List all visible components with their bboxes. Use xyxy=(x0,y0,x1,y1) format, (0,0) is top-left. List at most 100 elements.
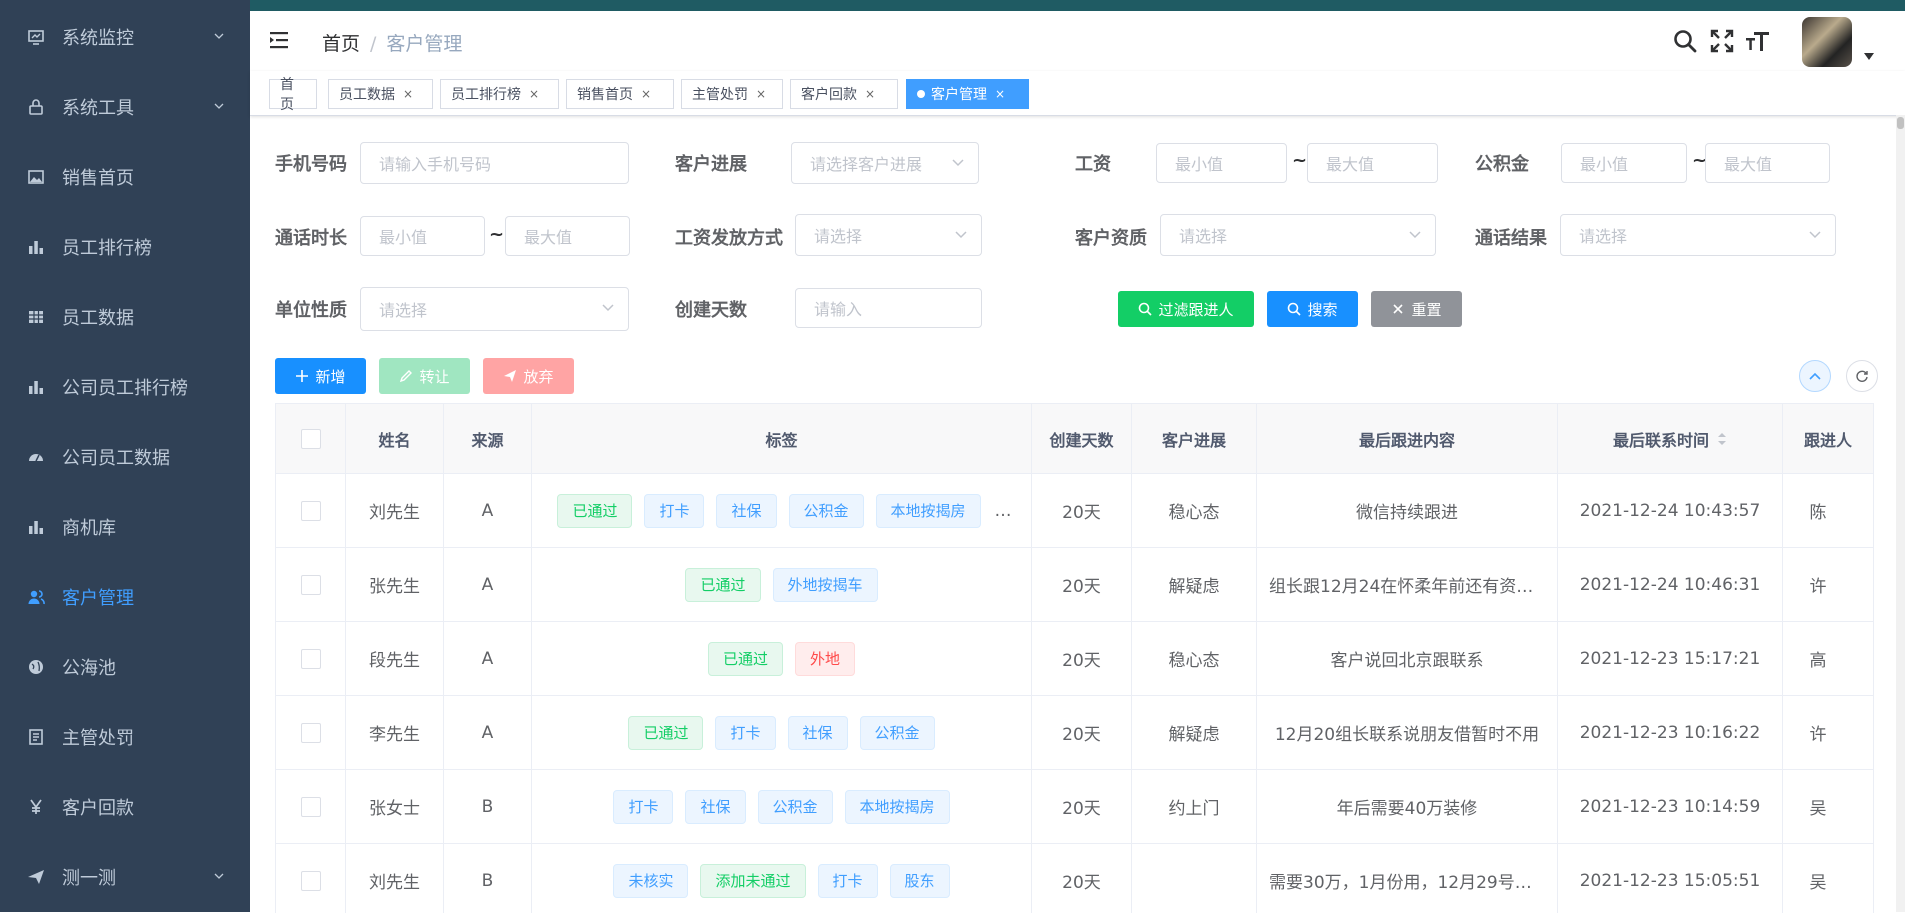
cell-tags: 已通过 外地按揭车 xyxy=(532,548,1032,622)
tag-2[interactable]: 员工数据 × xyxy=(328,79,433,109)
unit-type-label: 单位性质 xyxy=(275,300,347,321)
sidebar-item-12[interactable]: 客户回款 xyxy=(0,777,250,837)
customer-table: 姓名 来源 标签 创建天数 客户进展 最后跟进内容 最后联系时间 跟进人 刘先生 A 已通过 打卡 社保… xyxy=(275,403,1874,913)
cell-tags: 已通过 打卡 社保 公积金 本地按揭房… xyxy=(532,474,1032,548)
sidebar-item-5[interactable]: 员工数据 xyxy=(0,287,250,347)
progress-select[interactable]: 请选择客户进展 xyxy=(791,142,979,184)
filter-follower-button[interactable]: 过滤跟进人 xyxy=(1118,291,1254,327)
unit-type-select[interactable]: 请选择 xyxy=(360,287,629,331)
sidebar-item-8[interactable]: 商机库 xyxy=(0,497,250,557)
row-checkbox[interactable] xyxy=(300,574,321,595)
cell-check[interactable] xyxy=(276,696,346,770)
close-icon[interactable]: × xyxy=(641,87,651,101)
header-last_time[interactable]: 最后联系时间 xyxy=(1558,404,1783,474)
header-label: 创建天数 xyxy=(1049,430,1114,450)
page-scrollbar[interactable] xyxy=(1896,115,1905,912)
tag-1[interactable]: 首页 xyxy=(269,77,317,113)
close-icon[interactable]: × xyxy=(995,87,1005,101)
hamburger-icon[interactable] xyxy=(270,31,292,49)
cell-check[interactable] xyxy=(276,548,346,622)
tag-7[interactable]: 客户管理 × xyxy=(906,79,1029,109)
caret-down-icon[interactable] xyxy=(1864,53,1874,61)
tag-4[interactable]: 销售首页 × xyxy=(566,79,674,109)
cell-days: 20天 xyxy=(1032,622,1132,696)
abandon-button[interactable]: 放弃 xyxy=(483,358,574,394)
tag-5[interactable]: 主管处罚 × xyxy=(681,79,783,109)
cell-text: 稳心态 xyxy=(1168,503,1220,523)
header-label: 来源 xyxy=(471,430,504,450)
avatar[interactable] xyxy=(1802,17,1852,67)
sidebar-item-10[interactable]: 公海池 xyxy=(0,637,250,697)
duration-max-input[interactable]: 最大值 xyxy=(505,216,630,256)
row-checkbox[interactable] xyxy=(300,648,321,669)
tag-3[interactable]: 员工排行榜 × xyxy=(440,79,559,109)
header-follower: 跟进人 xyxy=(1783,404,1874,474)
cell-text: 李先生 xyxy=(369,725,420,745)
cell-check[interactable] xyxy=(276,622,346,696)
row-checkbox[interactable] xyxy=(300,500,321,521)
sidebar-item-3[interactable]: 销售首页 xyxy=(0,147,250,207)
cell-text: A xyxy=(481,574,494,595)
active-dot xyxy=(917,90,925,98)
duration-range-sep: ~ xyxy=(489,224,505,245)
cell-tags: 打卡 社保 公积金 本地按揭房 xyxy=(532,770,1032,844)
table-icon xyxy=(26,307,46,327)
close-icon[interactable]: × xyxy=(529,87,539,101)
add-button[interactable]: 新增 xyxy=(275,358,366,394)
cell-check[interactable] xyxy=(276,770,346,844)
select-all-checkbox[interactable] xyxy=(300,428,321,449)
cell-last_time: 2021-12-24 10:46:31 xyxy=(1558,548,1783,622)
cell-progress: 解疑虑 xyxy=(1132,696,1257,770)
salary-min-input[interactable]: 最小值 xyxy=(1156,143,1287,183)
header-check[interactable] xyxy=(276,404,346,474)
row-checkbox[interactable] xyxy=(300,722,321,743)
qualification-select[interactable]: 请选择 xyxy=(1160,214,1436,256)
call-result-select[interactable]: 请选择 xyxy=(1560,214,1836,256)
search-button[interactable]: 搜索 xyxy=(1267,291,1358,327)
search-icon[interactable] xyxy=(1672,28,1698,54)
sidebar-item-1[interactable]: 系统监控 xyxy=(0,7,250,67)
reset-button[interactable]: 重置 xyxy=(1371,291,1462,327)
tags-view: 首页 员工数据 × 员工排行榜 × 销售首页 × 主管处罚 × 客户回款 × 客户管理 × xyxy=(250,71,1905,116)
sidebar-item-6[interactable]: 公司员工排行榜 xyxy=(0,357,250,417)
cell-progress: 稳心态 xyxy=(1132,474,1257,548)
fullscreen-icon[interactable] xyxy=(1709,28,1735,54)
close-icon[interactable]: × xyxy=(865,87,875,101)
phone-input[interactable]: 请输入手机号码 xyxy=(360,142,629,184)
breadcrumb-home[interactable]: 首页 xyxy=(322,33,360,55)
tag-6[interactable]: 客户回款 × xyxy=(790,79,898,109)
sidebar-item-13[interactable]: 测一测 xyxy=(0,847,250,907)
sidebar-item-label: 商机库 xyxy=(62,518,116,539)
cell-last_time: 2021-12-23 15:05:51 xyxy=(1558,844,1783,913)
chevron-down-icon xyxy=(955,231,967,239)
chevron-down-icon xyxy=(952,159,964,167)
sidebar-item-11[interactable]: 主管处罚 xyxy=(0,707,250,767)
cell-source: A xyxy=(444,474,532,548)
toggle-search-button[interactable] xyxy=(1799,360,1831,392)
cell-check[interactable] xyxy=(276,844,346,913)
cell-check[interactable] xyxy=(276,474,346,548)
font-size-icon[interactable] xyxy=(1745,28,1771,54)
cell-text: 微信持续跟进 xyxy=(1356,503,1458,523)
refresh-button[interactable] xyxy=(1846,360,1878,392)
sidebar-item-2[interactable]: 系统工具 xyxy=(0,77,250,137)
days-input[interactable]: 请输入 xyxy=(795,288,982,328)
transfer-button[interactable]: 转让 xyxy=(379,358,470,394)
sort-icon[interactable] xyxy=(1717,431,1727,447)
salary-range-sep: ~ xyxy=(1292,150,1308,171)
row-checkbox[interactable] xyxy=(300,796,321,817)
cell-text: A xyxy=(481,500,494,521)
fund-max-input[interactable]: 最大值 xyxy=(1705,143,1830,183)
sidebar-item-9[interactable]: 客户管理 xyxy=(0,567,250,627)
row-checkbox[interactable] xyxy=(300,870,321,891)
cell-text: 2021-12-24 10:46:31 xyxy=(1579,574,1761,595)
fund-min-input[interactable]: 最小值 xyxy=(1561,143,1687,183)
pay-method-select[interactable]: 请选择 xyxy=(795,214,982,256)
bar-chart-icon xyxy=(26,517,46,537)
close-icon[interactable]: × xyxy=(403,87,413,101)
close-icon[interactable]: × xyxy=(756,87,766,101)
sidebar-item-4[interactable]: 员工排行榜 xyxy=(0,217,250,277)
salary-max-input[interactable]: 最大值 xyxy=(1307,143,1438,183)
duration-min-input[interactable]: 最小值 xyxy=(360,216,485,256)
sidebar-item-7[interactable]: 公司员工数据 xyxy=(0,427,250,487)
